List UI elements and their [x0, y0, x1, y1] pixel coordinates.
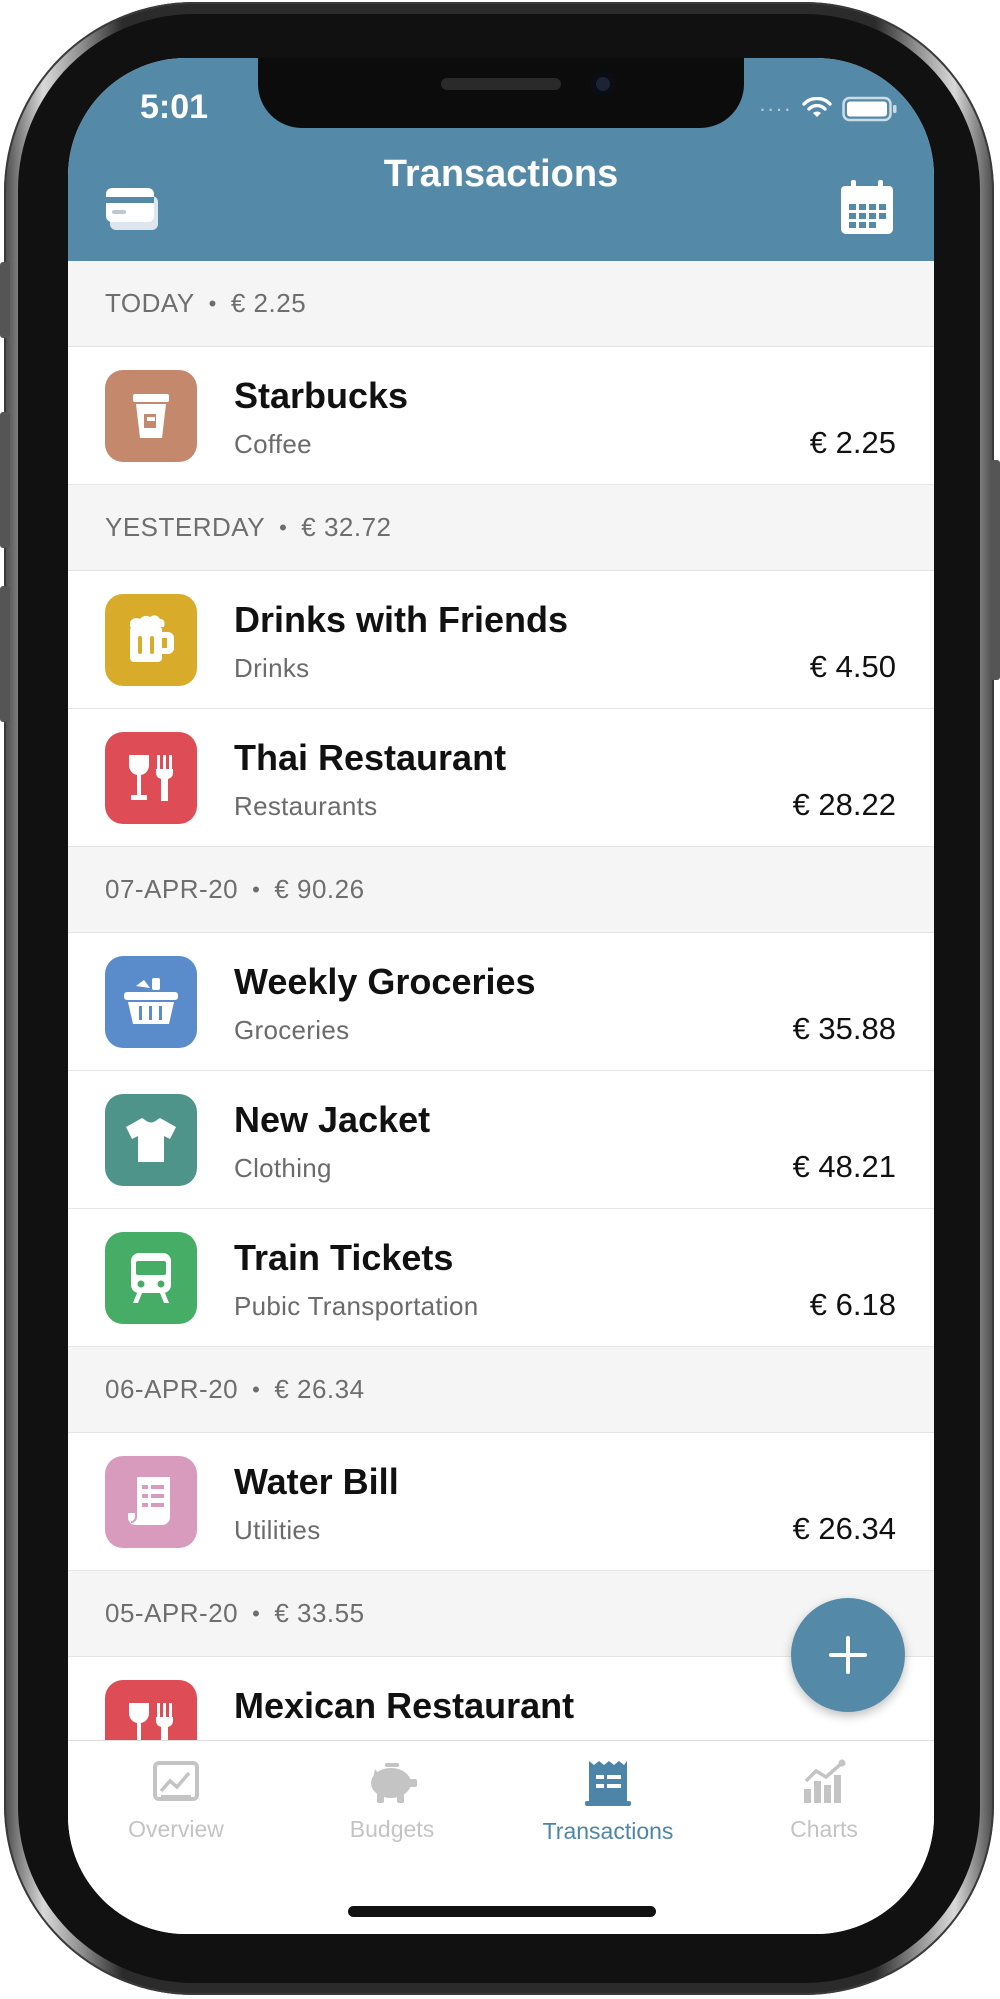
separator-dot: • — [208, 290, 217, 316]
section-date: TODAY — [105, 288, 195, 318]
transaction-row[interactable]: Water Bill Utilities € 26.34 — [68, 1433, 934, 1571]
transaction-name: Train Tickets — [234, 1237, 454, 1278]
transaction-name: New Jacket — [234, 1099, 431, 1140]
section-total: € 32.72 — [301, 512, 392, 542]
transaction-category: Drinks — [234, 653, 310, 683]
app-screen: 5:01 ···· Transactions TODAY • € 2.25 St… — [68, 58, 934, 1934]
transaction-name: Weekly Groceries — [234, 961, 536, 1002]
transaction-amount: € 35.88 — [792, 1011, 896, 1046]
transaction-amount: € 4.50 — [809, 649, 896, 684]
transaction-row[interactable]: New Jacket Clothing € 48.21 — [68, 1071, 934, 1209]
separator-dot: • — [252, 1376, 261, 1402]
signal-icon: ···· — [758, 96, 792, 121]
tab-overview[interactable]: Overview — [68, 1759, 284, 1843]
transaction-category: Pubic Transportation — [234, 1291, 479, 1321]
beer-mug-icon — [105, 594, 197, 686]
page-title: Transactions — [383, 153, 619, 195]
coffee-cup-icon — [105, 370, 197, 462]
power-button — [990, 460, 1000, 680]
transaction-amount: € 28.22 — [792, 787, 896, 822]
section-date: 07-APR-20 — [105, 874, 239, 904]
section-total: € 26.34 — [274, 1374, 365, 1404]
transaction-row[interactable]: Thai Restaurant Restaurants € 28.22 — [68, 709, 934, 847]
receipt-list-icon — [585, 1761, 631, 1806]
wifi-icon — [802, 97, 832, 117]
transaction-row[interactable]: Drinks with Friends Drinks € 4.50 — [68, 571, 934, 709]
transaction-row[interactable]: Train Tickets Pubic Transportation € 6.1… — [68, 1209, 934, 1347]
transaction-category: Utilities — [234, 1515, 321, 1545]
section-total: € 90.26 — [274, 874, 365, 904]
transaction-amount: € 2.25 — [809, 425, 896, 460]
tab-label: Transactions — [542, 1818, 674, 1844]
section-header-today: TODAY • € 2.25 — [68, 261, 934, 347]
device-notch — [258, 58, 744, 128]
transaction-category: Groceries — [234, 1015, 350, 1045]
separator-dot: • — [252, 1600, 261, 1626]
transaction-amount: € 26.34 — [792, 1511, 896, 1546]
transaction-list: TODAY • € 2.25 Starbucks Coffee € 2.25 Y… — [68, 261, 934, 1795]
transaction-name: Thai Restaurant — [234, 737, 507, 778]
section-header-yesterday: YESTERDAY • € 32.72 — [68, 485, 934, 571]
section-header-06-apr-20: 06-APR-20 • € 26.34 — [68, 1347, 934, 1433]
transaction-category: Restaurants — [234, 791, 378, 821]
tab-charts[interactable]: Charts — [716, 1759, 932, 1843]
wine-fork-icon — [105, 732, 197, 824]
transaction-amount: € 48.21 — [792, 1149, 896, 1184]
tab-label: Budgets — [349, 1816, 435, 1842]
mute-switch — [0, 262, 10, 338]
section-date: 05-APR-20 — [105, 1598, 239, 1628]
transaction-row[interactable]: Starbucks Coffee € 2.25 — [68, 347, 934, 485]
bar-chart-icon — [804, 1759, 846, 1803]
plus-icon — [829, 1636, 867, 1674]
front-camera — [591, 72, 615, 96]
overview-chart-icon — [153, 1761, 199, 1801]
home-indicator[interactable] — [348, 1906, 656, 1917]
transaction-name: Mexican Restaurant — [234, 1685, 575, 1726]
tab-label: Overview — [128, 1816, 224, 1842]
separator-dot: • — [252, 876, 261, 902]
receipt-icon — [105, 1456, 197, 1548]
shopping-basket-icon — [105, 956, 197, 1048]
transaction-amount: € 6.18 — [809, 1287, 896, 1322]
transaction-category: Clothing — [234, 1153, 332, 1183]
tab-transactions[interactable]: Transactions — [500, 1759, 716, 1845]
section-date: YESTERDAY — [105, 512, 266, 542]
status-icons: ···· — [759, 96, 898, 122]
section-total: € 33.55 — [274, 1598, 365, 1628]
transaction-name: Drinks with Friends — [234, 599, 569, 640]
earpiece — [441, 78, 561, 90]
section-date: 06-APR-20 — [105, 1374, 239, 1404]
section-header-07-apr-20: 07-APR-20 • € 90.26 — [68, 847, 934, 933]
tab-label: Charts — [790, 1816, 858, 1842]
section-total: € 2.25 — [230, 288, 307, 318]
transaction-name: Water Bill — [234, 1461, 399, 1502]
piggy-bank-icon — [371, 1763, 417, 1803]
t-shirt-icon — [105, 1094, 197, 1186]
add-transaction-button[interactable] — [791, 1598, 905, 1712]
volume-down-button — [0, 586, 10, 722]
tab-bar: Overview Budgets Transactions Charts — [68, 1740, 934, 1934]
train-icon — [105, 1232, 197, 1324]
separator-dot: • — [279, 514, 288, 540]
tab-budgets[interactable]: Budgets — [284, 1759, 500, 1843]
status-time: 5:01 — [140, 88, 209, 126]
transaction-row[interactable]: Weekly Groceries Groceries € 35.88 — [68, 933, 934, 1071]
transaction-name: Starbucks — [234, 375, 409, 416]
app-header: 5:01 ···· Transactions — [68, 58, 934, 261]
battery-icon — [842, 96, 897, 122]
calendar-icon[interactable] — [839, 178, 895, 241]
volume-up-button — [0, 412, 10, 548]
transaction-category: Coffee — [234, 429, 312, 459]
